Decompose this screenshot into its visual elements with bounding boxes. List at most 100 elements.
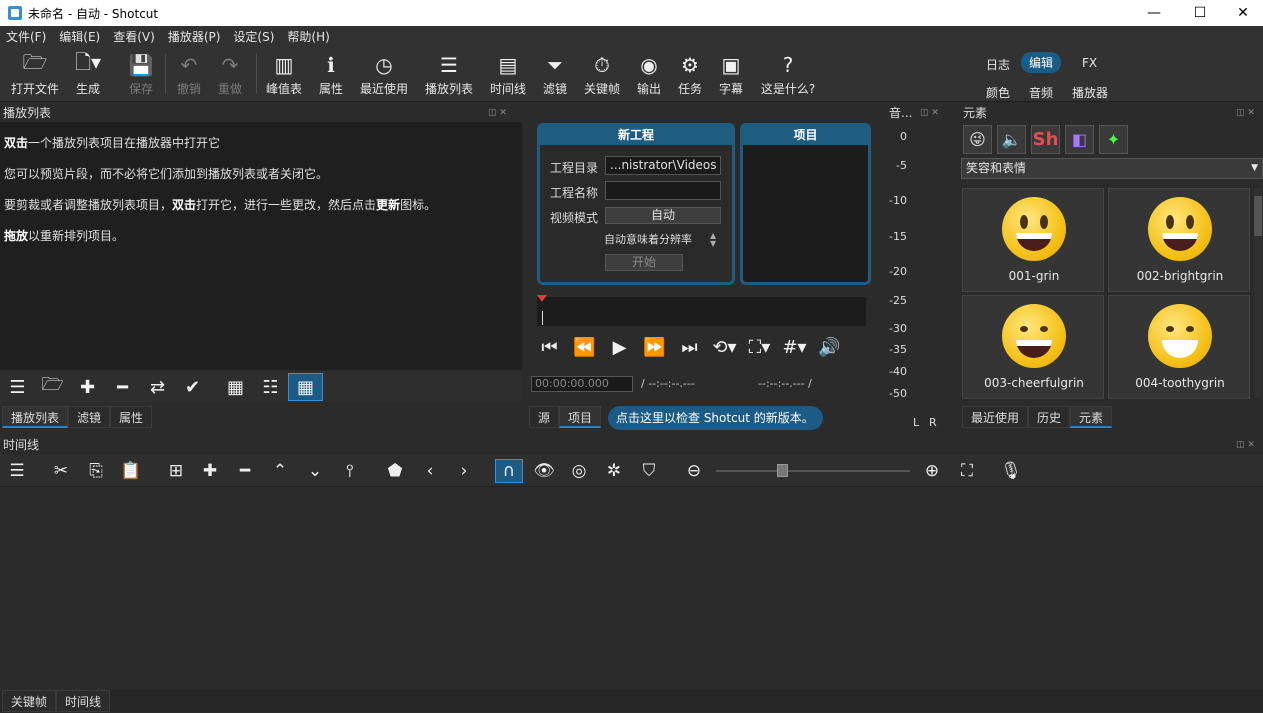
tab-filters[interactable]: 滤镜 [68,406,111,428]
close-button[interactable]: ✕ [1223,0,1263,26]
filters-button[interactable]: ⏷ 滤镜 [529,50,581,97]
mode-player[interactable]: 播放器 [1064,82,1116,103]
zoom-fit-icon[interactable]: ⛶ [953,459,981,483]
audio-panel-controls[interactable]: ◫ ✕ [920,108,939,118]
tab-source[interactable]: 源 [529,406,560,428]
element-thumb[interactable]: 004-toothygrin [1108,295,1250,399]
menu-player[interactable]: 播放器(P) [168,28,221,45]
open-file-button[interactable]: 🗁 打开文件 [9,50,61,97]
skip-previous-icon[interactable]: ⏮ [532,333,567,361]
timeline-menu-icon[interactable]: ☰ [3,459,31,483]
start-button[interactable]: 开始 [605,254,683,271]
gradient-category-icon[interactable]: ◧ [1065,125,1094,154]
skip-next-icon[interactable]: ⏭ [672,333,707,361]
update-notice[interactable]: 点击这里以检查 Shotcut 的新版本。 [608,406,823,430]
maximize-button[interactable]: ☐ [1177,0,1223,26]
menu-settings[interactable]: 设定(S) [233,28,274,45]
grid-icon[interactable]: #▾ [777,333,812,361]
whats-this-button[interactable]: ? 这是什么? [760,50,816,97]
grid-view-icon[interactable]: ▦ [288,373,323,401]
element-thumb[interactable]: 001-grin [962,188,1104,292]
zoom-out-icon[interactable]: ⊖ [680,459,708,483]
properties-button[interactable]: ℹ 属性 [305,50,357,97]
menu-file[interactable]: 文件(F) [6,28,46,45]
mode-audio[interactable]: 音频 [1021,82,1061,103]
add-icon[interactable]: ✚ [196,459,224,483]
split-icon[interactable]: ⫯ [336,459,364,483]
subtitles-button[interactable]: ▣ 字幕 [705,50,757,97]
elements-panel-controls[interactable]: ◫ ✕ [1236,108,1255,118]
tab-recent[interactable]: 最近使用 [962,406,1029,428]
mode-logs[interactable]: 日志 [978,54,1018,75]
cut-icon[interactable]: ✂ [47,459,75,483]
timeline-panel-controls[interactable]: ◫ ✕ [1236,440,1255,450]
peak-meter-button[interactable]: ▥ 峰值表 [258,50,310,97]
sparkle-category-icon[interactable]: ✦ [1099,125,1128,154]
playlist-button[interactable]: ☰ 播放列表 [423,50,475,97]
tab-project[interactable]: 项目 [559,406,602,428]
element-thumb[interactable]: 002-brightgrin [1108,188,1250,292]
lift-icon[interactable]: ⌃ [266,459,294,483]
marker-icon[interactable]: ⬟ [381,459,409,483]
generate-button[interactable]: 🗋▾ 生成 [62,50,114,97]
hint-scroll-arrows[interactable]: ▲ ▼ [710,232,716,248]
minimize-button[interactable]: — [1131,0,1177,26]
redo-button[interactable]: ↷ 重做 [204,50,256,97]
check-icon[interactable]: ✔ [175,373,210,401]
element-thumb[interactable]: 003-cheerfulgrin [962,295,1104,399]
update-icon[interactable]: ⇄ [140,373,175,401]
keyframes-button[interactable]: ⏱ 关键帧 [576,50,628,97]
playlist-menu-icon[interactable]: ☰ [0,373,35,401]
emoji-category-icon[interactable]: 😜 [963,125,992,154]
list-view-icon[interactable]: ☷ [253,373,288,401]
loop-icon[interactable]: ⟲▾ [707,333,742,361]
snap-icon[interactable]: ∩ [495,459,523,483]
playhead-marker[interactable] [537,295,547,302]
mode-color[interactable]: 颜色 [978,82,1018,103]
project-dir-field[interactable]: ...nistrator\Videos [605,156,721,175]
copy-icon[interactable]: ⎘ [82,459,110,483]
details-view-icon[interactable]: ▦ [218,373,253,401]
tab-timeline[interactable]: 时间线 [56,690,111,712]
tab-elements[interactable]: 元素 [1070,406,1113,428]
play-icon[interactable]: ▶ [602,333,637,361]
zoom-slider[interactable] [716,470,910,472]
zoom-slider-handle[interactable] [777,464,788,477]
ripple-icon[interactable]: ◎ [565,459,593,483]
project-name-field[interactable] [605,181,721,200]
speaker-category-icon[interactable]: 🔈 [997,125,1026,154]
elements-scrollbar[interactable] [1254,188,1262,398]
menu-view[interactable]: 查看(V) [113,28,155,45]
paste-icon[interactable]: 📋 [117,459,145,483]
zoom-icon[interactable]: ⛶▾ [742,333,777,361]
tab-properties[interactable]: 属性 [110,406,153,428]
remove-icon[interactable]: ━ [231,459,259,483]
category-dropdown[interactable]: 笑容和表情 ▼ [961,158,1263,179]
timecode-field[interactable]: 00:00:00.000 [531,376,633,392]
recent-button[interactable]: ◷ 最近使用 [358,50,410,97]
remove-icon[interactable]: ━ [105,373,140,401]
microphone-icon[interactable]: 🎙 [997,459,1025,483]
save-button[interactable]: 💾 保存 [115,50,167,97]
player-scrubber[interactable] [537,297,866,326]
tab-keyframes[interactable]: 关键帧 [2,690,57,712]
next-marker-icon[interactable]: › [450,459,478,483]
overwrite-icon[interactable]: ⌄ [301,459,329,483]
tab-playlist[interactable]: 播放列表 [2,406,69,428]
volume-icon[interactable]: 🔊 [812,333,847,361]
shapes-category-icon[interactable]: Sh [1031,125,1060,154]
rewind-icon[interactable]: ⏪ [567,333,602,361]
timeline-button[interactable]: ▤ 时间线 [482,50,534,97]
ripple-all-icon[interactable]: ✲ [600,459,628,483]
zoom-in-icon[interactable]: ⊕ [918,459,946,483]
mode-fx[interactable]: FX [1074,54,1105,72]
scrub-icon[interactable]: 👁 [530,459,558,483]
timeline-tracks-area[interactable] [0,488,1263,690]
fast-forward-icon[interactable]: ⏩ [637,333,672,361]
video-mode-select[interactable]: 自动 [605,207,721,224]
menu-edit[interactable]: 编辑(E) [59,28,100,45]
playlist-panel-controls[interactable]: ◫ ✕ [488,108,507,118]
menu-help[interactable]: 帮助(H) [287,28,329,45]
ripple-markers-icon[interactable]: ⛉ [635,459,663,483]
tab-history[interactable]: 历史 [1028,406,1071,428]
